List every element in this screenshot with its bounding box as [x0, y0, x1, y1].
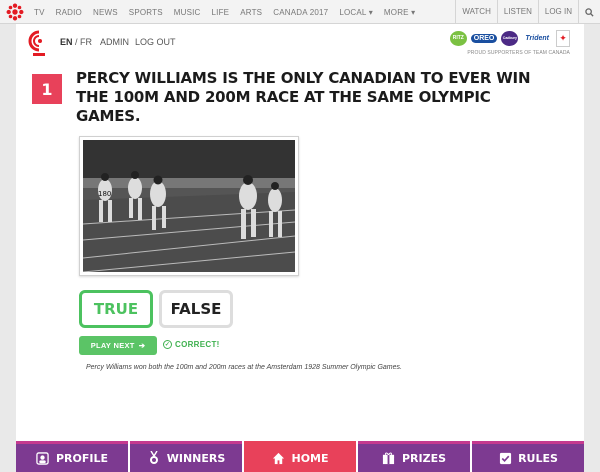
correct-status: ✓ CORRECT!	[163, 340, 220, 349]
quiz-header: EN / FR ADMIN LOG OUT RITZ OREO Cadbury …	[16, 24, 584, 64]
lang-separator: /	[72, 37, 81, 47]
tab-prizes[interactable]: PRIZES	[358, 441, 470, 472]
account-links: ADMIN LOG OUT	[100, 37, 176, 47]
medal-icon	[147, 451, 161, 465]
question-number: 1	[32, 74, 62, 104]
lang-fr[interactable]: FR	[80, 37, 92, 47]
admin-link[interactable]: ADMIN	[100, 37, 129, 47]
nav-link-canada-2017[interactable]: CANADA 2017	[273, 8, 328, 17]
top-nav: TV RADIO NEWS SPORTS MUSIC LIFE ARTS CAN…	[0, 0, 600, 24]
tab-home-label: HOME	[291, 451, 329, 465]
rules-icon	[498, 451, 512, 465]
nav-link-local[interactable]: LOCAL	[339, 8, 373, 17]
cbc-logo[interactable]	[28, 30, 50, 58]
nav-link-life[interactable]: LIFE	[212, 8, 230, 17]
nav-link-radio[interactable]: RADIO	[56, 8, 82, 17]
sprinters-photo: 180	[83, 140, 295, 272]
profile-icon	[36, 451, 50, 465]
correct-label: CORRECT!	[175, 340, 220, 349]
language-switch: EN / FR	[60, 37, 92, 47]
listen-link[interactable]: LISTEN	[496, 0, 538, 24]
svg-text:180: 180	[98, 190, 111, 198]
answer-explanation: Percy Williams won both the 100m and 200…	[86, 364, 402, 371]
nav-link-arts[interactable]: ARTS	[240, 8, 262, 17]
sponsor-caption: PROUD SUPPORTERS OF TEAM CANADA	[467, 50, 570, 56]
nav-link-sports[interactable]: SPORTS	[129, 8, 163, 17]
question-photo: 180	[79, 136, 299, 276]
tab-home[interactable]: HOME	[244, 441, 356, 472]
team-canada-logo: ✦	[556, 29, 570, 47]
true-answer-button[interactable]: TRUE	[79, 290, 153, 328]
arrow-right-icon: ➔	[138, 341, 146, 350]
nav-link-more[interactable]: MORE	[384, 8, 415, 17]
tab-rules-label: RULES	[518, 451, 558, 465]
play-next-button[interactable]: PLAY NEXT ➔	[79, 336, 157, 355]
cadbury-logo: Cadbury	[501, 30, 519, 46]
gift-icon	[382, 451, 396, 465]
top-nav-links: TV RADIO NEWS SPORTS MUSIC LIFE ARTS CAN…	[34, 0, 426, 24]
nav-link-news[interactable]: NEWS	[93, 8, 118, 17]
check-circle-icon: ✓	[163, 340, 172, 349]
login-link[interactable]: LOG IN	[537, 0, 578, 24]
tab-profile[interactable]: PROFILE	[16, 441, 128, 472]
false-answer-button[interactable]: FALSE	[159, 290, 233, 328]
quiz-page: EN / FR ADMIN LOG OUT RITZ OREO Cadbury …	[16, 24, 584, 472]
tab-prizes-label: PRIZES	[401, 451, 447, 465]
tab-rules[interactable]: RULES	[472, 441, 584, 472]
lang-en[interactable]: EN	[60, 37, 73, 47]
home-icon	[271, 451, 285, 465]
oreo-logo: OREO	[470, 33, 498, 43]
cbc-gem-icon[interactable]	[6, 3, 24, 21]
nav-link-tv[interactable]: TV	[34, 8, 45, 17]
tab-winners[interactable]: WINNERS	[130, 441, 242, 472]
top-nav-actions: WATCH LISTEN LOG IN	[455, 0, 600, 24]
play-next-label: PLAY NEXT	[90, 341, 135, 350]
search-icon[interactable]	[578, 0, 600, 24]
trident-logo: Trident	[525, 34, 549, 42]
question-text: Percy Williams is the only Canadian to e…	[76, 69, 531, 125]
tab-profile-label: PROFILE	[55, 451, 108, 465]
logout-link[interactable]: LOG OUT	[135, 37, 176, 47]
watch-link[interactable]: WATCH	[455, 0, 496, 24]
bottom-nav: PROFILE WINNERS HOME PRIZES RULES	[16, 441, 584, 472]
ritz-logo: RITZ	[449, 30, 467, 46]
nav-link-music[interactable]: MUSIC	[174, 8, 201, 17]
sponsor-logos: RITZ OREO Cadbury Trident ✦ PROUD SUPPOR…	[430, 28, 570, 60]
tab-winners-label: WINNERS	[166, 451, 226, 465]
